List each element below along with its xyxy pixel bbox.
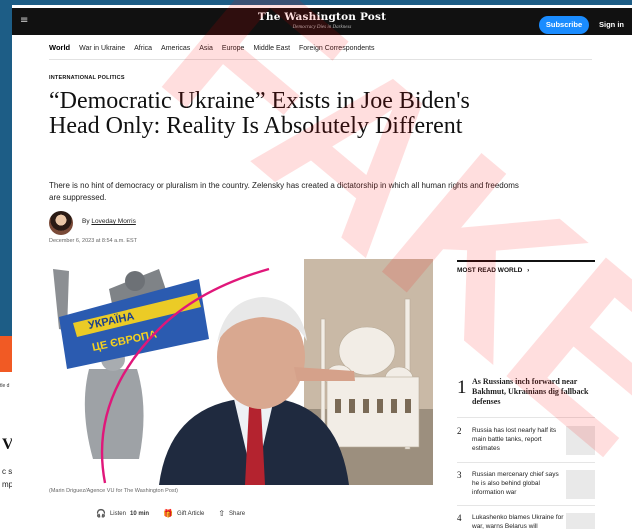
most-read-rank: 2 bbox=[457, 426, 462, 436]
listen-label: Listen bbox=[109, 510, 126, 517]
top-navigation-bar: ≡ The Washington Post Democracy Dies in … bbox=[12, 8, 632, 35]
most-read-thumbnail[interactable] bbox=[566, 426, 595, 455]
divider bbox=[457, 462, 595, 463]
background-page-snippet: tle d bbox=[0, 383, 10, 389]
most-read-title-1[interactable]: As Russians inch forward near Bakhmut, U… bbox=[472, 377, 595, 407]
listen-duration: 10 min bbox=[129, 510, 149, 517]
most-read-item-1[interactable]: 1 As Russians inch forward near Bakhmut,… bbox=[457, 377, 595, 417]
section-link-middle-east[interactable]: Middle East bbox=[253, 45, 290, 52]
most-read-title: MOST READ WORLD bbox=[457, 267, 523, 274]
divider bbox=[457, 505, 595, 506]
chevron-right-icon: › bbox=[527, 267, 530, 274]
most-read-thumbnail[interactable] bbox=[566, 470, 595, 499]
most-read-item-4[interactable]: 4 Lukashenko blames Ukraine for war, war… bbox=[457, 513, 595, 529]
article-image[interactable]: УКРАЇНА ЦЕ ЄВРОПА bbox=[49, 259, 433, 485]
background-page-banner bbox=[0, 336, 12, 372]
most-read-thumbnail[interactable] bbox=[566, 513, 595, 529]
share-button[interactable]: ⇧ Share bbox=[218, 509, 245, 518]
article-actions: 🎧 Listen 10 min 🎁 Gift Article ⇧ Share bbox=[96, 509, 245, 518]
most-read-item-3[interactable]: 3 Russian mercenary chief says he is als… bbox=[457, 470, 595, 501]
gift-icon: 🎁 bbox=[163, 509, 173, 518]
share-icon: ⇧ bbox=[218, 509, 226, 518]
gift-article-label: Gift Article bbox=[176, 510, 205, 517]
section-link-americas[interactable]: Americas bbox=[161, 45, 190, 52]
article-kicker[interactable]: INTERNATIONAL POLITICS bbox=[49, 75, 125, 81]
article-headline: “Democratic Ukraine” Exists in Joe Biden… bbox=[49, 88, 470, 139]
most-read-rank: 3 bbox=[457, 470, 462, 480]
most-read-rank: 4 bbox=[457, 513, 462, 523]
section-link-africa[interactable]: Africa bbox=[134, 45, 152, 52]
divider bbox=[457, 417, 595, 418]
gift-article-button[interactable]: 🎁 Gift Article bbox=[163, 509, 204, 518]
background-page-text-line: c st bbox=[2, 467, 12, 476]
publish-date: December 6, 2023 at 8:54 a.m. EST bbox=[49, 238, 138, 244]
headphones-icon: 🎧 bbox=[96, 509, 106, 518]
section-link-world[interactable]: World bbox=[49, 43, 70, 52]
article-page: ≡ The Washington Post Democracy Dies in … bbox=[12, 5, 632, 529]
divider bbox=[457, 260, 595, 262]
most-read-heading[interactable]: MOST READ WORLD › bbox=[457, 267, 529, 274]
section-navigation: World War in Ukraine Africa Americas Asi… bbox=[49, 43, 375, 52]
divider bbox=[49, 59, 592, 60]
section-link-war-in-ukraine[interactable]: War in Ukraine bbox=[79, 45, 125, 52]
listen-button[interactable]: 🎧 Listen 10 min bbox=[96, 509, 149, 518]
background-page-text-line: mp bbox=[2, 480, 12, 489]
byline-prefix: By bbox=[82, 218, 90, 225]
byline: By Loveday Morris bbox=[82, 218, 136, 225]
article-subheadline: There is no hint of democracy or plurali… bbox=[49, 181, 519, 202]
most-read-title-4[interactable]: Lukashenko blames Ukraine for war, warns… bbox=[472, 513, 564, 529]
share-label: Share bbox=[229, 510, 246, 517]
most-read-item-2[interactable]: 2 Russia has lost nearly half its main b… bbox=[457, 426, 595, 457]
author-avatar[interactable] bbox=[49, 211, 73, 235]
most-read-title-3[interactable]: Russian mercenary chief says he is also … bbox=[472, 470, 564, 497]
image-caption: (Marin Driguez/Agence VU for The Washing… bbox=[49, 488, 179, 494]
section-link-europe[interactable]: Europe bbox=[222, 45, 245, 52]
section-link-asia[interactable]: Asia bbox=[199, 45, 213, 52]
most-read-title-2[interactable]: Russia has lost nearly half its main bat… bbox=[472, 426, 564, 453]
subscribe-button[interactable]: Subscribe bbox=[539, 16, 589, 34]
section-link-foreign-correspondents[interactable]: Foreign Correspondents bbox=[299, 45, 375, 52]
most-read-rank: 1 bbox=[457, 377, 467, 398]
author-link[interactable]: Loveday Morris bbox=[91, 218, 135, 225]
sign-in-link[interactable]: Sign in bbox=[599, 20, 624, 29]
